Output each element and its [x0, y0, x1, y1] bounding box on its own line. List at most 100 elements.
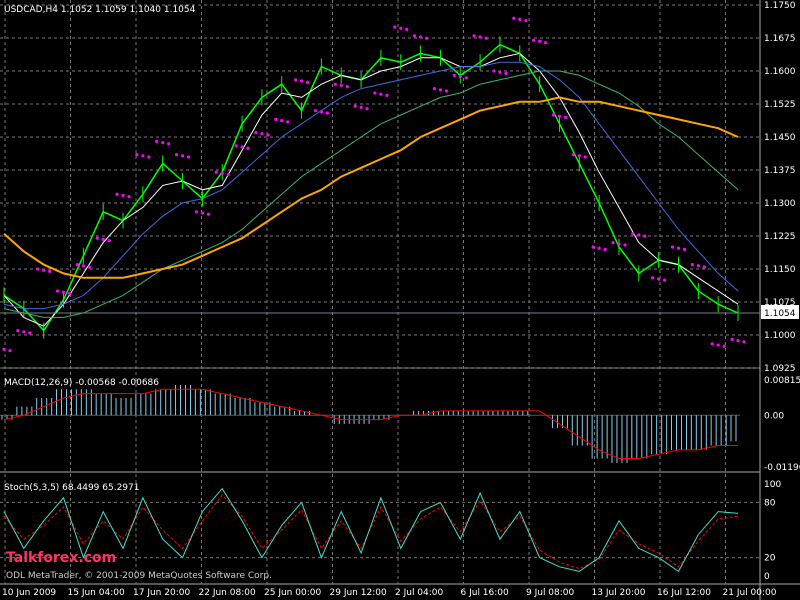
time-tick: 25 Jun 00:00 [264, 588, 321, 598]
psar-dot [657, 277, 661, 281]
psar-dot [551, 113, 556, 117]
price-panel: 1.1054 USDCAD,H4 1.1052 1.1059 1.1040 1.… [0, 1, 799, 374]
macd-title: MACD(12,26,9) -0.00568 -0.00686 [4, 378, 159, 388]
psar-dot [524, 19, 528, 23]
psar-dot [266, 133, 270, 137]
psar-dot [597, 246, 601, 250]
psar-dot [405, 27, 409, 31]
psar-dot [75, 263, 79, 267]
psar-dot [710, 342, 714, 346]
stoch-tick: 100 [764, 480, 781, 490]
psar-dot [16, 329, 20, 333]
time-axis: 10 Jun 2009 15 Jun 04:00 17 Jun 20:00 22 Ju… [2, 588, 777, 598]
psar-dot [28, 331, 32, 335]
psar-dot [379, 92, 383, 96]
psar-dot [577, 154, 581, 158]
psar-dot [464, 76, 468, 80]
psar-dot [742, 340, 746, 344]
psar-dot [319, 110, 324, 114]
time-tick: 16 Jul 12:00 [657, 588, 711, 598]
price-tick: 1.1525 [764, 100, 796, 110]
psar-dot [385, 93, 389, 97]
psar-dot [472, 34, 476, 38]
psar-dot [280, 119, 284, 123]
macd-tick: 0.00 [764, 411, 784, 421]
stoch-tick: 20 [764, 554, 776, 564]
psar-dot [8, 349, 12, 353]
psar-dot [716, 343, 720, 347]
psar-dot [557, 114, 562, 118]
psar-dot [702, 265, 706, 269]
psar-dot [617, 242, 621, 246]
psar-dot [663, 278, 667, 282]
psar-dot [127, 195, 131, 199]
psar-dot [107, 239, 111, 243]
psar-dot [563, 115, 568, 119]
psar-dot [42, 268, 46, 272]
price-tick: 1.1375 [764, 166, 796, 176]
psar-dot [365, 107, 369, 111]
psar-dot [286, 120, 290, 124]
psar-dot [186, 155, 191, 159]
psar-dot [214, 170, 218, 174]
time-tick: 9 Jul 08:00 [526, 588, 575, 598]
price-tick: 1.1300 [764, 199, 796, 209]
psar-dot [670, 245, 675, 249]
psar-dot [95, 236, 99, 240]
stoch-tick: 80 [764, 498, 776, 508]
psar-dot [333, 82, 337, 86]
psar-dot [571, 153, 575, 157]
psar-dot [399, 26, 403, 30]
psar-dot [736, 339, 740, 343]
psar-dot [161, 141, 165, 145]
psar-dot [353, 104, 357, 108]
psar-dot [174, 153, 179, 157]
psar-dot [305, 80, 310, 84]
psar-dot [48, 269, 52, 273]
time-tick: 2 Jul 04:00 [395, 588, 444, 598]
grid [0, 0, 800, 600]
psar-dot [544, 41, 548, 45]
psar-dot [359, 105, 363, 109]
psar-dot [206, 212, 210, 216]
macd-signal-line [3, 388, 738, 459]
psar-dot [22, 330, 26, 334]
time-tick: 29 Jun 12:00 [330, 588, 387, 598]
price-tick: 1.1150 [764, 265, 796, 275]
stoch-tick: 0 [764, 572, 770, 582]
time-tick: 22 Jun 08:00 [199, 588, 256, 598]
psar-dot [637, 233, 641, 237]
psar-dot [121, 193, 125, 197]
site-watermark: Talkforex.com [6, 550, 116, 566]
price-tick: 1.1750 [764, 1, 796, 11]
psar-dot [631, 232, 635, 236]
price-tick: 1.1075 [764, 298, 796, 308]
psar-dot [643, 234, 647, 238]
psar-dot [115, 192, 119, 196]
time-tick: 17 Jun 20:00 [133, 588, 190, 598]
copyright-watermark: ODL MetaTrader, © 2001-2009 MetaQuotes S… [6, 571, 272, 581]
macd-histogram [0, 384, 740, 463]
psar-dot [484, 36, 488, 40]
psar-dot [55, 289, 60, 293]
psar-dot [373, 91, 377, 95]
psar-dot [101, 237, 105, 241]
psar-dot [240, 145, 244, 149]
psar-dot [651, 276, 655, 280]
psar-dot [458, 75, 462, 79]
psar-dot [180, 154, 185, 158]
psar-dot [478, 35, 482, 39]
psar-dot [696, 264, 700, 268]
psar-dot [254, 131, 258, 135]
series-line-0 [3, 43, 739, 332]
psar-dot [226, 173, 230, 177]
psar-dot [194, 210, 198, 214]
psar-dot [246, 146, 250, 150]
series-line-4 [3, 96, 739, 279]
price-tick: 1.1225 [764, 232, 796, 242]
psar-dot [611, 241, 615, 245]
psar-dot [313, 109, 318, 113]
price-tick: 1.1600 [764, 67, 796, 77]
psar-dot [512, 16, 516, 20]
time-tick: 6 Jul 16:00 [461, 588, 510, 598]
